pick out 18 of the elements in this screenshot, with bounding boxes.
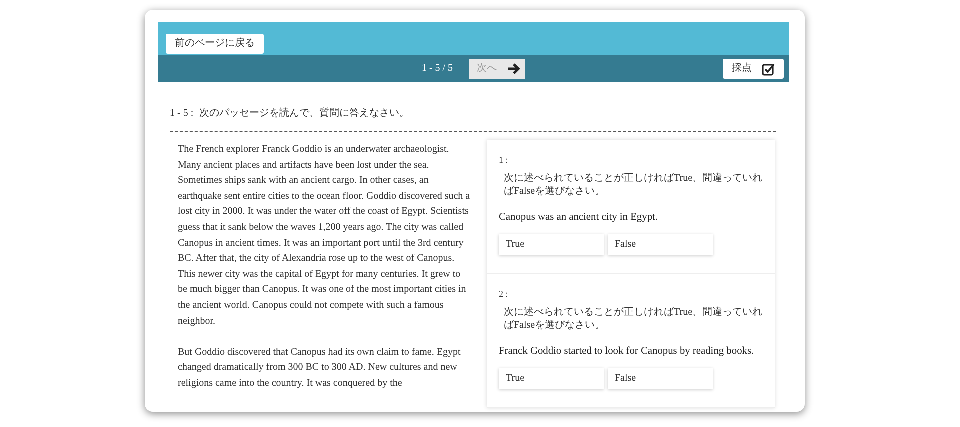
page-range: 1 - 5 / 5 [422,62,454,76]
question-statement: Franck Goddio started to look for Canopus by reading books. [499,344,756,359]
answer-option[interactable]: False [608,368,713,390]
instruction-text: 1 - 5 : 次のパッセージを読んで、質問に答えなさい。 [169,106,411,121]
answer-option[interactable]: True [499,234,604,256]
arrow-right-icon [507,62,522,74]
checkbox-icon [762,62,775,76]
question-number: 1 : [499,154,510,167]
question-instruction: 次に述べられていることが正しければTrue、間違っていればFalseを選びなさい。 [503,306,764,332]
question-number: 2 : [499,288,510,302]
question-instruction: 次に述べられていることが正しければTrue、間違っていればFalseを選びなさい。 [503,172,764,198]
grade-button[interactable]: 採点 [723,59,784,79]
passage-paragraph: The French explorer Franck Goddio is an underwater archaeologist. Many ancient places and artifacts have been lost under the sea. Sometimes ships sank with an ancient cargo. In other cases, an earthquake sent entire cities to the ocean floor. Goddio discovered such a lost city in 2000. It was under the water off the coast of Egypt. Scientists guess that it sank below the waves 1,200 years ago. The city was called Canopus in ancient times. It was an important port until the 3rd century BC. After that, the city of Alexandria rose up to the west of Canopus. This newer city was the capital of Egypt for many centuries. It grew to be much bigger than Canopus. It was one of the most important cities in the ancient world. Canopus could not compete with such a famous neighbor. [178,143,472,329]
answer-option[interactable]: True [499,368,604,390]
back-button[interactable]: 前のページに戻る [166,34,264,54]
question-statement: Canopus was an ancient city in Egypt. [499,210,660,224]
answer-option[interactable]: False [608,234,713,256]
passage-paragraph: But Goddio discovered that Canopus had its own claim to fame. Egypt changed dramatically from 300 BC to 300 AD. New cultures and new religions came into the country. It was conquered by the [178,346,462,391]
